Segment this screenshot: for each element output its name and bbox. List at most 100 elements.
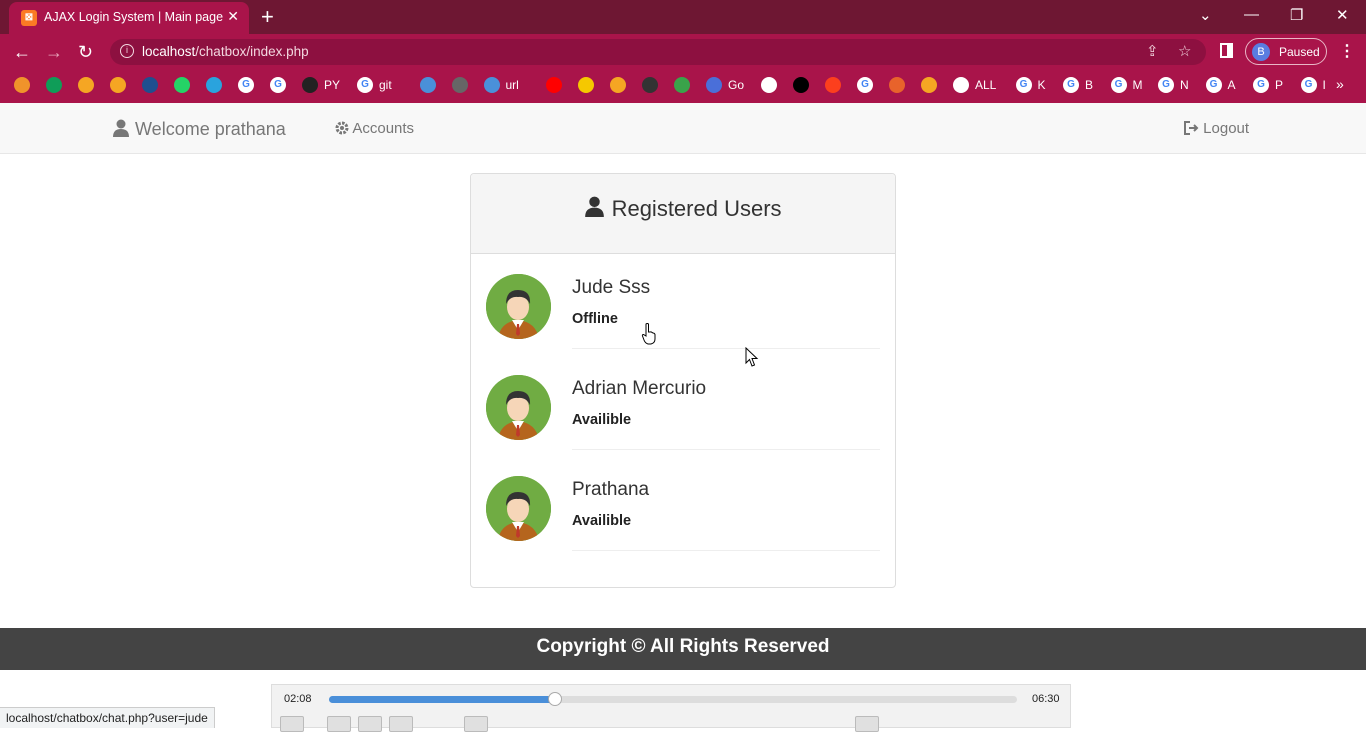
bookmark-label: PY bbox=[324, 78, 341, 92]
side-panel-icon[interactable] bbox=[1220, 43, 1233, 58]
url-text[interactable]: localhost/chatbox/index.php bbox=[142, 44, 309, 59]
bookmark-item[interactable] bbox=[451, 77, 468, 95]
cloud-icon bbox=[483, 77, 500, 93]
bookmark-label: url bbox=[505, 78, 519, 92]
tab-search-icon[interactable]: ⌄ bbox=[1199, 6, 1212, 24]
bookmark-item[interactable] bbox=[793, 77, 809, 95]
bookmark-item[interactable] bbox=[921, 77, 937, 95]
more-bookmarks-button[interactable]: » bbox=[1336, 76, 1344, 94]
google-icon: G bbox=[1205, 77, 1222, 93]
fullscreen-button[interactable] bbox=[464, 716, 488, 732]
back-icon[interactable]: ← bbox=[13, 42, 31, 63]
bookmark-item[interactable] bbox=[761, 77, 777, 95]
bookmark-item[interactable] bbox=[825, 77, 841, 95]
bookmark-icon bbox=[610, 77, 626, 93]
ring-icon bbox=[674, 77, 690, 93]
reload-icon[interactable]: ↻ bbox=[78, 42, 93, 63]
restore-icon[interactable]: ❐ bbox=[1290, 6, 1303, 24]
menu-icon[interactable]: ⋮ bbox=[1339, 41, 1355, 61]
google-icon: G bbox=[270, 77, 286, 93]
previous-button[interactable] bbox=[327, 716, 351, 732]
user-icon bbox=[113, 119, 129, 137]
bookmark-item[interactable]: GB bbox=[1063, 77, 1093, 95]
welcome-brand[interactable]: Welcome prathana bbox=[112, 119, 286, 140]
whatsapp-icon bbox=[174, 77, 190, 93]
user-item[interactable]: Jude Sss Offline bbox=[486, 274, 880, 375]
accounts-link[interactable]: Accounts bbox=[335, 120, 414, 137]
hand-cursor-icon bbox=[641, 323, 656, 345]
github-icon bbox=[302, 77, 318, 93]
youtube-icon bbox=[546, 77, 562, 93]
logout-link[interactable]: Logout bbox=[1184, 120, 1249, 137]
bookmark-star-icon[interactable]: ☆ bbox=[1178, 42, 1191, 60]
media-player: 02:08 06:30 bbox=[271, 684, 1071, 732]
bookmark-item[interactable] bbox=[546, 77, 562, 95]
bookmark-item[interactable] bbox=[642, 77, 658, 95]
bookmark-icon bbox=[419, 77, 436, 93]
bookmark-icon bbox=[14, 77, 30, 93]
registered-users-panel: Registered Users Jude Sss Offline Adrian… bbox=[470, 173, 896, 588]
new-tab-button[interactable]: + bbox=[261, 4, 274, 30]
site-info-icon[interactable]: i bbox=[120, 44, 134, 58]
minimize-icon[interactable]: — bbox=[1244, 6, 1259, 23]
bookmark-item[interactable] bbox=[142, 77, 158, 95]
user-status: Availible bbox=[572, 513, 632, 529]
copyright-text: Copyright © All Rights Reserved bbox=[536, 636, 830, 657]
user-name[interactable]: Jude Sss bbox=[572, 277, 650, 299]
panel-heading: Registered Users bbox=[471, 174, 895, 254]
bookmark-icon bbox=[78, 77, 94, 93]
bookmark-icon bbox=[889, 77, 905, 93]
pause-button[interactable] bbox=[280, 716, 304, 732]
bookmark-item[interactable]: GI bbox=[1300, 77, 1326, 95]
next-button[interactable] bbox=[389, 716, 413, 732]
bookmark-item[interactable] bbox=[889, 77, 905, 95]
bookmark-item[interactable] bbox=[174, 77, 190, 95]
forward-icon[interactable]: → bbox=[45, 42, 63, 63]
bookmark-item[interactable] bbox=[78, 77, 94, 95]
bookmark-item[interactable]: GA bbox=[1205, 77, 1236, 95]
bookmark-label: I bbox=[1322, 78, 1326, 92]
stop-button[interactable] bbox=[358, 716, 382, 732]
address-bar[interactable]: i localhost/chatbox/index.php ⇪ ☆ bbox=[110, 39, 1206, 65]
user-name[interactable]: Adrian Mercurio bbox=[572, 378, 706, 400]
user-status: Availible bbox=[572, 412, 632, 428]
browser-titlebar: ⊠ AJAX Login System | Main page ✕ + ⌄ — … bbox=[0, 0, 1366, 34]
bookmark-item[interactable]: GM bbox=[1110, 77, 1143, 95]
share-icon[interactable]: ⇪ bbox=[1146, 42, 1159, 60]
playlist-button[interactable] bbox=[855, 716, 879, 732]
bookmark-item[interactable] bbox=[46, 77, 62, 95]
user-name[interactable]: Prathana bbox=[572, 479, 649, 501]
bookmark-item[interactable]: PY bbox=[302, 77, 340, 95]
bookmark-label: A bbox=[1227, 78, 1236, 92]
store-icon bbox=[451, 77, 468, 93]
user-item[interactable]: Adrian Mercurio Availible bbox=[486, 375, 880, 476]
bookmark-item[interactable]: G bbox=[857, 77, 873, 95]
bookmark-item[interactable]: Go bbox=[706, 77, 744, 95]
bookmark-item[interactable]: GK bbox=[1015, 77, 1046, 95]
bookmark-item[interactable] bbox=[14, 77, 30, 95]
bookmark-item[interactable]: Ggit bbox=[357, 77, 392, 95]
bookmark-item[interactable] bbox=[610, 77, 626, 95]
close-tab-icon[interactable]: ✕ bbox=[227, 8, 239, 25]
user-item[interactable]: Prathana Availible bbox=[486, 476, 880, 577]
link-status-bubble: localhost/chatbox/chat.php?user=jude bbox=[0, 707, 215, 728]
bookmark-item[interactable]: ALL bbox=[953, 77, 996, 95]
bookmark-item[interactable]: GP bbox=[1253, 77, 1283, 95]
profile-button[interactable]: B Paused bbox=[1245, 38, 1327, 65]
bookmark-item[interactable] bbox=[110, 77, 126, 95]
bookmark-item[interactable] bbox=[674, 77, 690, 95]
heart-icon bbox=[706, 77, 722, 93]
google-icon: G bbox=[1015, 77, 1032, 93]
bookmark-label: N bbox=[1180, 78, 1189, 92]
bookmark-item[interactable]: G bbox=[238, 77, 254, 95]
seek-bar[interactable] bbox=[329, 692, 1017, 706]
bookmark-item[interactable]: G bbox=[270, 77, 286, 95]
close-window-icon[interactable]: ✕ bbox=[1336, 6, 1349, 24]
bookmark-item[interactable]: GN bbox=[1158, 77, 1189, 95]
browser-tab[interactable]: ⊠ AJAX Login System | Main page ✕ bbox=[9, 2, 249, 34]
bookmark-item[interactable] bbox=[578, 77, 594, 95]
bookmark-item[interactable] bbox=[419, 77, 436, 95]
seek-handle[interactable] bbox=[548, 692, 563, 706]
bookmark-item[interactable]: url bbox=[483, 77, 519, 95]
bookmark-item[interactable] bbox=[206, 77, 222, 95]
